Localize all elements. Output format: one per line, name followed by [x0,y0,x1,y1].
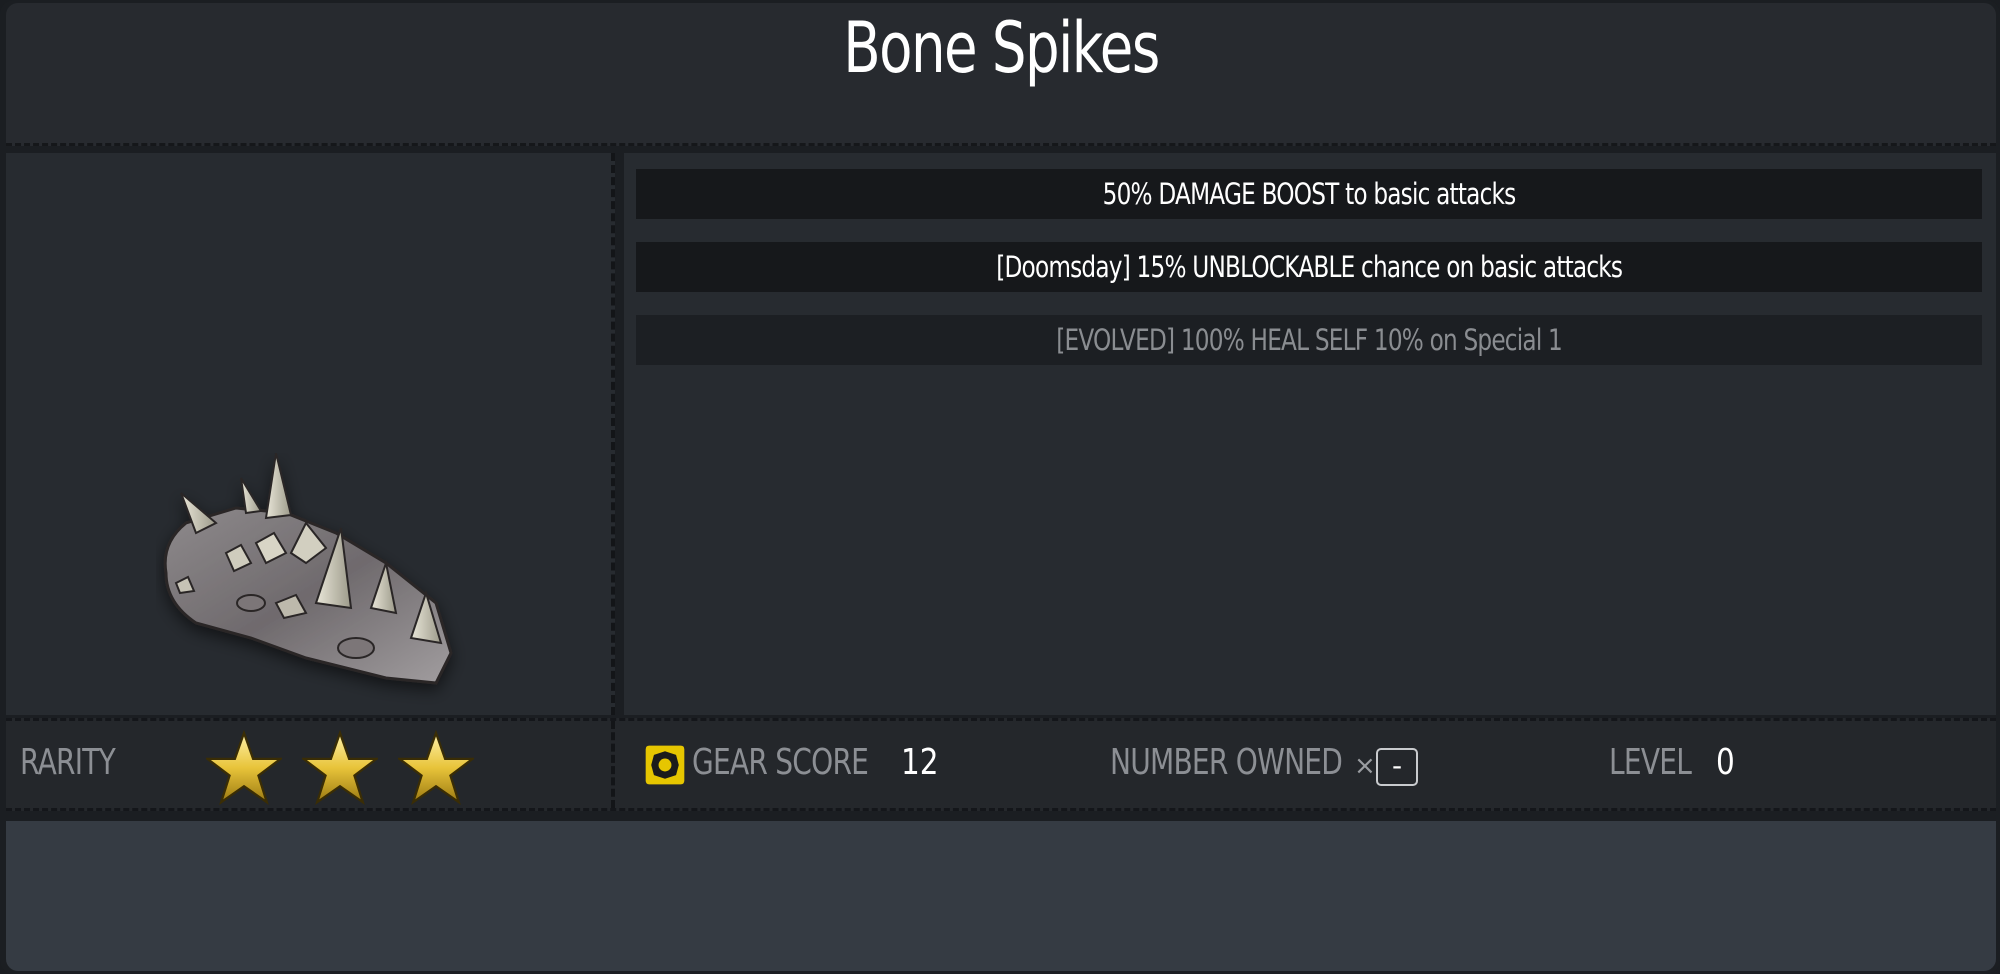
perk-row-locked: [EVOLVED] 100% HEAL SELF 10% on Special … [636,315,1982,365]
perk-text: [EVOLVED] 100% HEAL SELF 10% on Special … [1056,323,1563,357]
stats-row: RARITY GEAR SCORE 12 NUMBER OWNED × - LE… [6,718,1996,811]
gear-score-icon [645,745,685,785]
rarity-label: RARITY [20,742,116,783]
number-owned-value: - [1376,748,1418,786]
footer-panel [6,821,1996,971]
perk-text: [Doomsday] 15% UNBLOCKABLE chance on bas… [996,250,1623,284]
rarity-cell: RARITY [6,721,615,808]
gear-score-label: GEAR SCORE [692,742,869,783]
perk-row: 50% DAMAGE BOOST to basic attacks [636,169,1982,219]
number-owned-label: NUMBER OWNED [1110,742,1343,783]
bone-spikes-icon [163,453,453,685]
item-image-panel [6,153,615,715]
level-value: 0 [1716,742,1735,783]
star-icon [302,730,378,806]
gear-score-value: 12 [901,742,939,783]
perk-row: [Doomsday] 15% UNBLOCKABLE chance on bas… [636,242,1982,292]
number-owned-prefix: × [1354,751,1376,781]
item-title: Bone Spikes [843,7,1160,89]
item-detail-card: Bone Spikes 50% DAMAGE BOOST to basic at… [0,0,2000,974]
perk-text: 50% DAMAGE BOOST to basic attacks [1102,177,1517,211]
perks-panel: 50% DAMAGE BOOST to basic attacks [Dooms… [624,153,1996,715]
item-header: Bone Spikes [6,3,1996,146]
star-icon [398,730,474,806]
star-icon [206,730,282,806]
level-label: LEVEL [1609,742,1692,783]
